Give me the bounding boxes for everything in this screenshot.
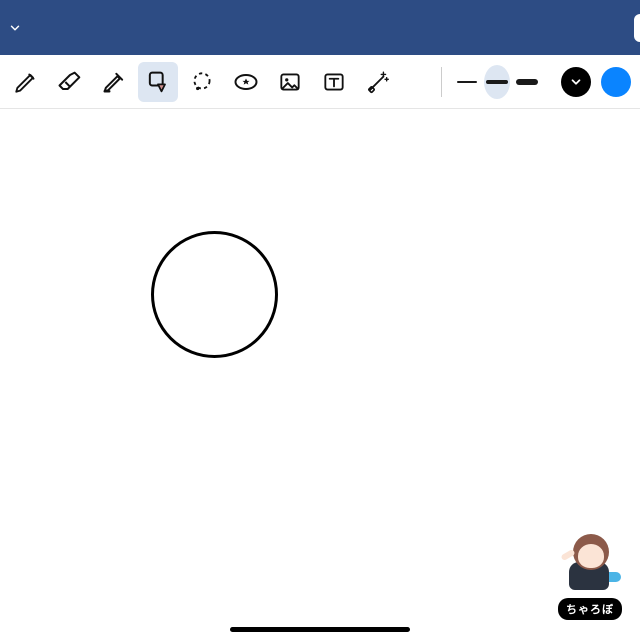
shapes-icon: [144, 68, 172, 96]
favorite-icon: [232, 68, 260, 96]
eraser-tool[interactable]: [50, 62, 90, 102]
color-black[interactable]: [561, 67, 591, 97]
image-icon: [277, 69, 303, 95]
chevron-down-icon: [569, 75, 583, 89]
divider: [441, 67, 442, 97]
magic-tool[interactable]: [358, 62, 398, 102]
lasso-tool[interactable]: [182, 62, 222, 102]
text-tool[interactable]: [314, 62, 354, 102]
eraser-icon: [56, 68, 84, 96]
pen-icon: [13, 69, 39, 95]
panel-edge: [634, 14, 640, 42]
shapes-tool[interactable]: [138, 62, 178, 102]
avatar-image: [559, 532, 621, 594]
text-icon: [321, 69, 347, 95]
chevron-down-icon: [8, 21, 22, 35]
favorite-tool[interactable]: [226, 62, 266, 102]
pen-tool[interactable]: [6, 62, 46, 102]
thickness-thin[interactable]: [454, 65, 480, 99]
home-indicator[interactable]: [230, 627, 410, 632]
color-accent[interactable]: [601, 67, 631, 97]
canvas[interactable]: ちゃろぼ: [0, 109, 640, 640]
avatar-widget[interactable]: ちゃろぼ: [558, 532, 622, 620]
titlebar: [0, 0, 640, 55]
avatar-name: ちゃろぼ: [558, 598, 622, 620]
lasso-icon: [189, 69, 215, 95]
toolbar: [0, 55, 640, 109]
drawn-shape-circle[interactable]: [151, 231, 278, 358]
thickness-thick[interactable]: [514, 65, 540, 99]
magic-icon: [365, 69, 391, 95]
highlighter-icon: [100, 68, 128, 96]
thickness-medium[interactable]: [484, 65, 510, 99]
image-tool[interactable]: [270, 62, 310, 102]
title-dropdown[interactable]: [8, 21, 22, 35]
highlighter-tool[interactable]: [94, 62, 134, 102]
